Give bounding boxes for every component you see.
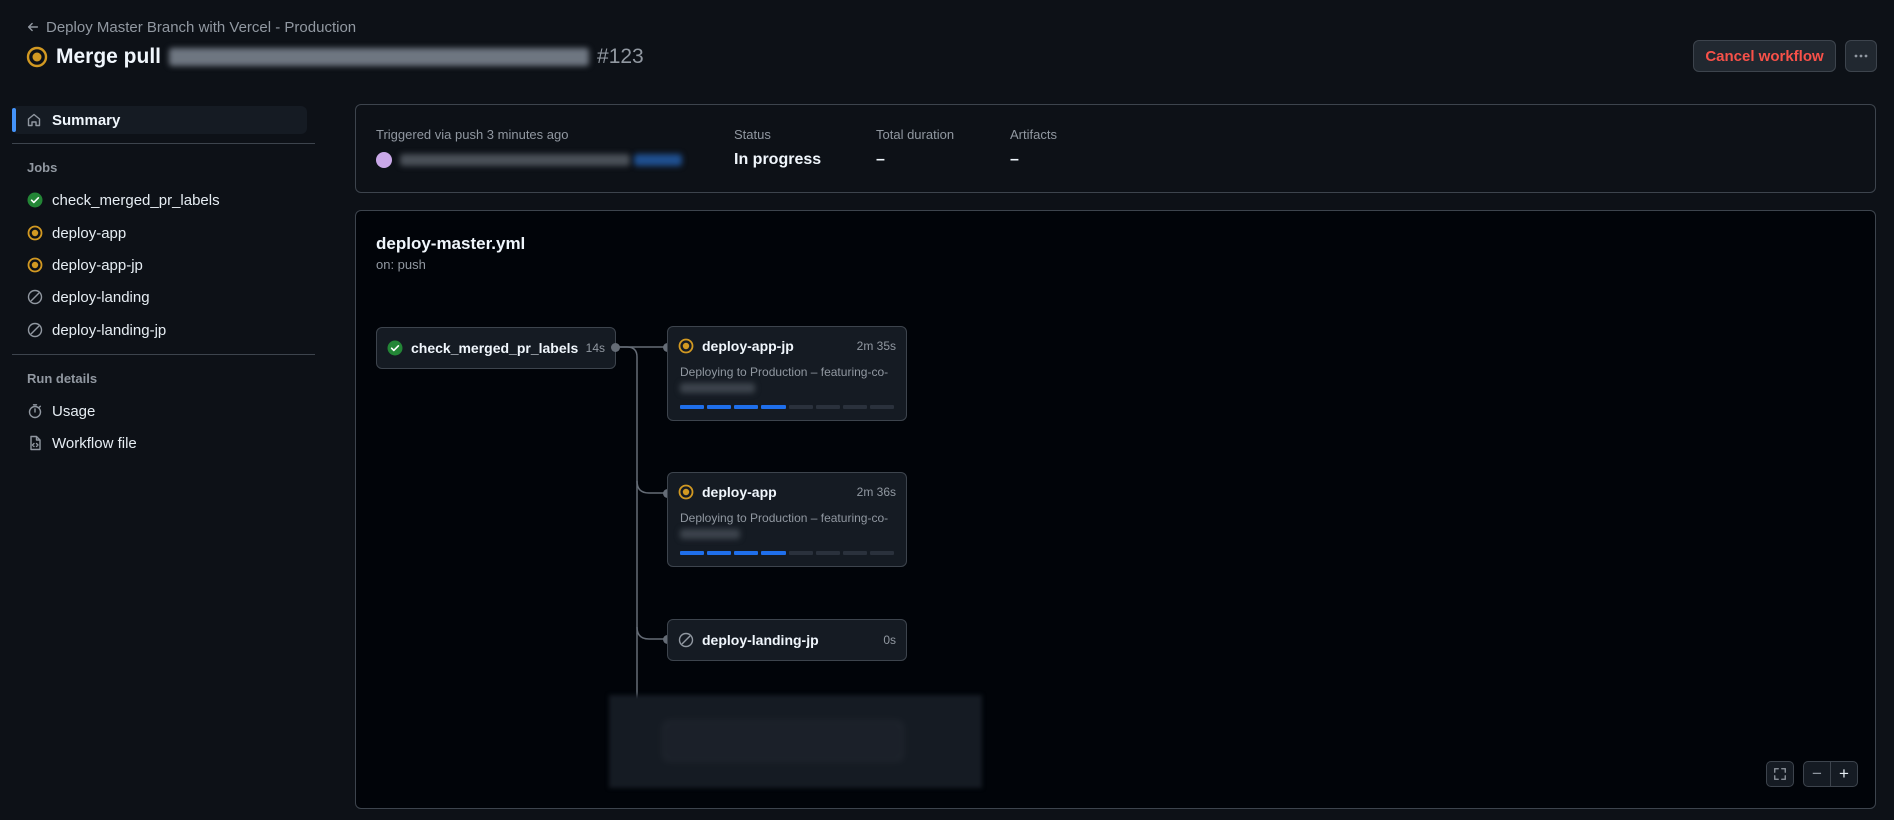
back-link[interactable]: Deploy Master Branch with Vercel - Produ… bbox=[26, 17, 356, 37]
status-label: Status bbox=[734, 127, 771, 142]
graph-job-check-merged-pr-labels[interactable]: check_merged_pr_labels 14s bbox=[376, 327, 616, 369]
job-duration: 2m 35s bbox=[856, 339, 896, 353]
jobs-heading: Jobs bbox=[27, 160, 58, 175]
sidebar-job-label: deploy-app bbox=[52, 224, 127, 242]
page-title: Merge pull #123 bbox=[26, 42, 644, 72]
page-title-text: Merge pull bbox=[56, 45, 162, 68]
stopwatch-icon bbox=[28, 404, 42, 419]
sidebar-job-label: deploy-landing bbox=[52, 288, 150, 306]
job-name: deploy-landing-jp bbox=[702, 632, 819, 648]
sidebar-job-label: deploy-landing-jp bbox=[52, 321, 167, 339]
avatar[interactable] bbox=[376, 152, 392, 168]
redacted-commit bbox=[400, 154, 630, 166]
check-circle-icon bbox=[27, 192, 43, 208]
redacted-job-area bbox=[609, 695, 982, 788]
sidebar-item-usage[interactable]: Usage bbox=[27, 399, 95, 423]
kebab-horizontal-icon bbox=[1854, 54, 1868, 58]
back-link-label: Deploy Master Branch with Vercel - Produ… bbox=[46, 18, 357, 36]
redacted-job-card bbox=[663, 721, 903, 761]
sidebar-divider bbox=[12, 143, 315, 144]
graph-job-deploy-app[interactable]: deploy-app 2m 36s Deploying to Productio… bbox=[667, 472, 907, 567]
workflow-graph: deploy-master.yml on: push check_merged_… bbox=[355, 210, 1876, 809]
sidebar-item-workflow-file[interactable]: Workflow file bbox=[27, 431, 137, 455]
sidebar-item-label: Workflow file bbox=[52, 434, 137, 452]
duration-value: – bbox=[876, 151, 885, 168]
sidebar-job-deploy-app-jp[interactable]: deploy-app-jp bbox=[27, 253, 143, 277]
sidebar-item-label: Usage bbox=[52, 402, 96, 420]
skipped-icon bbox=[27, 289, 43, 305]
graph-job-deploy-app-jp[interactable]: deploy-app-jp 2m 35s Deploying to Produc… bbox=[667, 326, 907, 421]
sidebar-item-summary[interactable]: Summary bbox=[12, 106, 307, 134]
redacted-title bbox=[169, 48, 590, 66]
redacted-description bbox=[680, 383, 755, 393]
sidebar-item-label: Summary bbox=[52, 111, 121, 129]
job-duration: 14s bbox=[585, 341, 605, 355]
duration-label: Total duration bbox=[876, 127, 955, 142]
run-summary: Triggered via push 3 minutes ago Status … bbox=[355, 104, 1876, 193]
graph-job-deploy-landing-jp[interactable]: deploy-landing-jp 0s bbox=[667, 619, 907, 661]
sidebar-job-label: deploy-app-jp bbox=[52, 256, 143, 274]
status-value: In progress bbox=[734, 151, 822, 168]
in-progress-icon bbox=[678, 338, 694, 354]
redacted-sha bbox=[634, 154, 682, 166]
fullscreen-button[interactable] bbox=[1766, 761, 1794, 787]
sidebar-divider bbox=[12, 354, 315, 355]
home-icon bbox=[27, 113, 41, 127]
run-details-heading: Run details bbox=[27, 371, 98, 386]
in-progress-icon bbox=[678, 484, 694, 500]
arrow-left-icon bbox=[27, 22, 39, 32]
job-progress-bar bbox=[680, 551, 894, 555]
fullscreen-icon bbox=[1774, 768, 1786, 780]
job-progress-bar bbox=[680, 405, 894, 409]
job-name: deploy-app bbox=[702, 484, 777, 500]
graph-connectors bbox=[615, 346, 667, 699]
trigger-text: Triggered via push 3 minutes ago bbox=[376, 127, 569, 142]
artifacts-label: Artifacts bbox=[1010, 127, 1057, 142]
redacted-description bbox=[680, 529, 740, 539]
commit-info bbox=[376, 152, 682, 168]
run-number: #123 bbox=[597, 45, 644, 68]
skipped-icon bbox=[27, 322, 43, 338]
in-progress-icon bbox=[27, 257, 43, 273]
in-progress-icon bbox=[27, 225, 43, 241]
artifacts-value: – bbox=[1010, 151, 1019, 168]
job-name: deploy-app-jp bbox=[702, 338, 794, 354]
zoom-in-button[interactable]: + bbox=[1830, 761, 1858, 787]
job-description: Deploying to Production – featuring-co- bbox=[680, 511, 889, 525]
connector-dot bbox=[611, 343, 620, 352]
job-description: Deploying to Production – featuring-co- bbox=[680, 365, 889, 379]
skipped-icon bbox=[678, 632, 694, 648]
sidebar-job-check-merged-pr-labels[interactable]: check_merged_pr_labels bbox=[27, 188, 220, 212]
sidebar-job-deploy-landing-jp[interactable]: deploy-landing-jp bbox=[27, 318, 166, 342]
sidebar-job-deploy-landing[interactable]: deploy-landing bbox=[27, 285, 150, 309]
check-circle-icon bbox=[387, 340, 403, 356]
sidebar-job-label: check_merged_pr_labels bbox=[52, 191, 220, 209]
cancel-workflow-button[interactable]: Cancel workflow bbox=[1693, 40, 1836, 72]
job-name: check_merged_pr_labels bbox=[411, 340, 578, 356]
file-code-icon bbox=[30, 435, 41, 451]
job-duration: 2m 36s bbox=[856, 485, 896, 499]
zoom-out-button[interactable]: − bbox=[1803, 761, 1831, 787]
more-options-button[interactable] bbox=[1845, 40, 1877, 72]
job-duration: 0s bbox=[883, 633, 896, 647]
in-progress-icon bbox=[26, 46, 48, 68]
sidebar-job-deploy-app[interactable]: deploy-app bbox=[27, 221, 126, 245]
